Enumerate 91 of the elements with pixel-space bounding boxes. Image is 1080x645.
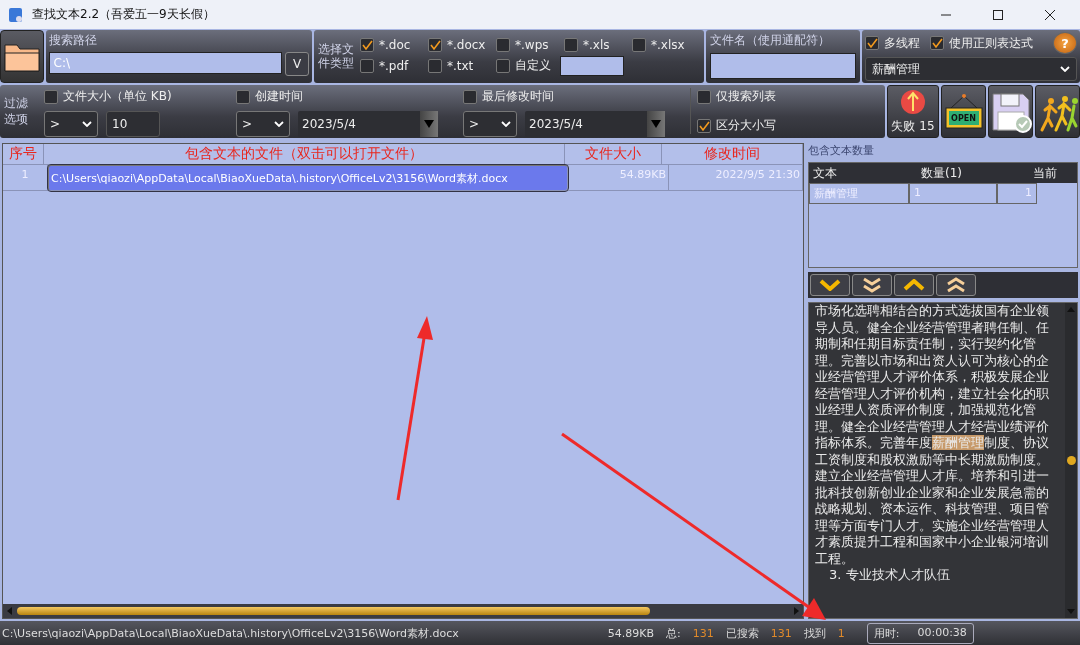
checkbox[interactable] [632,37,646,52]
checkbox-label: 自定义 [515,57,551,74]
table-cell: 1 [997,183,1037,204]
checkbox[interactable] [428,37,442,52]
time-label: 用时: [873,625,900,641]
open-sign-button[interactable]: OPEN [941,85,986,138]
custom-extension-field[interactable] [560,55,624,76]
column-header[interactable]: 当前 [1013,164,1061,182]
table-cell[interactable]: C:\Users\qiaozi\AppData\Local\BiaoXueData\.history\OfficeLv2\3156\Word素材.docx [48,165,568,191]
column-header[interactable]: 数量(1) [917,164,1013,182]
date-picker[interactable]: 2023/5/4 [298,111,438,137]
maximize-icon[interactable] [992,8,1004,21]
searched-count: 131 [770,626,792,640]
checkbox[interactable] [865,36,879,50]
horizontal-scrollbar[interactable] [3,604,803,618]
total-label: 总: [666,625,681,641]
last-button[interactable] [852,274,892,296]
date-picker[interactable]: 2023/5/4 [525,111,665,137]
searched-label: 已搜索 [725,625,759,641]
checkbox-label: 使用正则表达式 [949,34,1033,52]
triangle-down-icon[interactable] [424,120,434,128]
chevron-up-icon [903,279,925,291]
checkbox[interactable] [360,37,374,52]
checkbox[interactable] [360,58,374,73]
operator-dropdown[interactable]: > [463,111,517,137]
count-panel-title: 包含文本数量 [808,143,875,158]
column-header[interactable]: 文本 [809,164,917,182]
chevron-down-icon [501,121,511,127]
triangle-down-icon[interactable] [651,120,661,128]
operator-dropdown[interactable]: > [44,111,98,137]
checkbox[interactable] [930,36,944,50]
first-button[interactable] [936,274,976,296]
checkbox[interactable] [44,89,58,104]
scrollbar-thumb[interactable] [17,607,651,615]
status-size: 54.89KB [606,626,654,640]
checkbox-label: 创建时间 [255,88,303,105]
checkbox-label: *.xlsx [651,37,685,52]
checkbox-label: 仅搜索列表 [716,88,776,105]
checkbox[interactable] [564,37,578,52]
path-dropdown-button[interactable]: V [285,52,309,76]
checkbox-label: 最后修改时间 [482,88,554,105]
preview-text: 市场化选聘相结合的方式选拔国有企业领导人员。健全企业经营管理者聘任制、任期制和任期目标责任制，实行契约化管理。完善以市场和出资人认可为核心的企业经营管理人才评价体系，积极发展企业经营管理人才评价机构，建立社会化的职业经理人资质评价制度，加强规范化管理。健全企业经营管理人才经营业绩评价指标体系。完善年度薪酬管理制度、协议工资制度和股权激励等中长期激励制度。建立企业经营管理人才库。培养和引进一批科技创新创业企业家和企业发展急需的战略规划、资本运作、科技管理、项目管理等方面专门人才。实施企业经营管理人才素质提升工程和国家中小企业银河培训工程。 [815,303,1050,567]
save-button[interactable] [988,85,1033,138]
folder-button[interactable] [0,30,44,83]
operator-dropdown[interactable]: > [236,111,290,137]
running-figures-button[interactable] [1035,85,1080,138]
checkbox-label: 多线程 [884,34,920,52]
checkbox-label: 区分大小写 [716,117,776,134]
checkbox[interactable] [697,118,711,133]
path-label: 搜索路径 [48,32,98,49]
window-title: 查找文本2.2（吾爱五一9天长假） [32,6,215,23]
elapsed-time: 00:00:38 [917,625,967,641]
chevron-down-icon [1060,66,1070,72]
checkbox[interactable] [496,37,510,52]
file-type-label: 选择文件类型 [318,42,355,71]
filename-field[interactable] [710,53,856,79]
found-count: 1 [837,626,845,640]
checkbox[interactable] [463,89,477,104]
scrollbar-thumb[interactable] [1066,456,1076,465]
total-count: 131 [692,626,714,640]
previous-button[interactable] [894,274,934,296]
close-icon[interactable] [1044,8,1056,21]
checkbox-label: *.txt [447,58,474,73]
filename-label: 文件名（使用通配符） [710,32,831,49]
checkbox-label: *.wps [515,37,549,52]
checkbox-label: *.pdf [379,58,409,73]
chevron-down-icon [819,279,841,291]
checkbox-label: *.xls [583,37,610,52]
checkbox-label: *.docx [447,37,486,52]
chevron-down-icon [82,121,92,127]
found-label: 找到 [803,625,826,641]
vertical-scrollbar[interactable] [1065,303,1077,618]
double-chevron-down-icon [861,277,883,293]
checkbox-label: *.doc [379,37,411,52]
checkbox[interactable] [236,89,250,104]
checkbox[interactable] [697,89,711,104]
checkbox[interactable] [428,58,442,73]
fail-button[interactable]: 失败 15 [887,85,939,138]
checkbox[interactable] [496,58,510,73]
search-text-dropdown[interactable]: 薪酬管理 [865,57,1077,81]
double-chevron-up-icon [945,277,967,293]
preview-heading: 3. 专业技术人才队伍 [828,567,951,584]
chevron-down-icon [274,121,284,127]
table-cell: 1 [909,183,997,204]
status-path: C:\Users\qiaozi\AppData\Local\BiaoXueData\.history\OfficeLv2\3156\Word素材.docx [2,625,460,641]
filter-label: 过滤选项 [4,96,29,128]
open-sign-text: OPEN [951,114,976,123]
app-icon [8,6,24,23]
checkbox-label: 文件大小（单位 KB) [63,88,172,105]
next-button[interactable] [810,274,850,296]
size-field[interactable]: 10 [106,111,160,137]
